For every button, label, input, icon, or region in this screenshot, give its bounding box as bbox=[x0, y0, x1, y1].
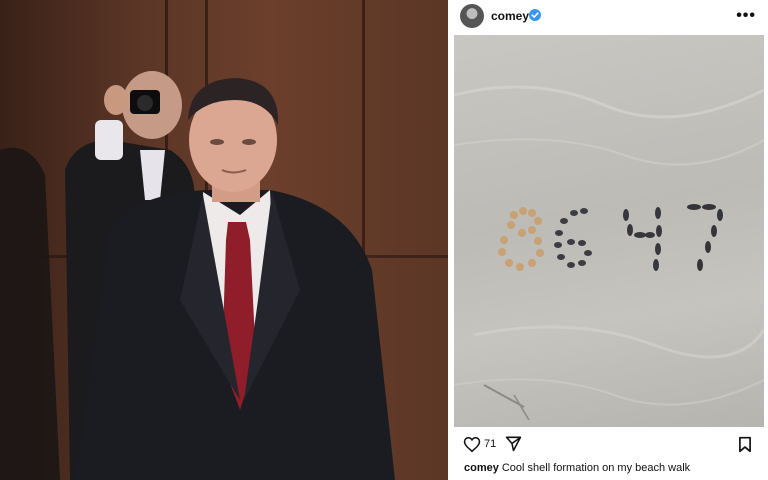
caption-username[interactable]: comey bbox=[464, 462, 499, 474]
send-icon[interactable] bbox=[505, 435, 522, 452]
pebble-digit-4 bbox=[623, 207, 662, 271]
heart-icon[interactable] bbox=[463, 436, 481, 453]
beach-sand-image bbox=[454, 85, 764, 421]
verified-badge-icon bbox=[529, 9, 541, 21]
like-count: 71 bbox=[484, 438, 497, 450]
username[interactable]: comey bbox=[491, 9, 529, 23]
avatar[interactable] bbox=[460, 4, 484, 28]
more-horizontal-icon[interactable]: ••• bbox=[736, 7, 756, 25]
caption-text: Cool shell formation on my beach walk bbox=[501, 462, 691, 474]
post-action-bar: 71 bbox=[448, 432, 768, 456]
post-image[interactable] bbox=[454, 35, 764, 427]
post-caption: comey Cool shell formation on my beach wa… bbox=[464, 462, 690, 474]
bookmark-icon[interactable] bbox=[738, 436, 752, 453]
news-photo bbox=[0, 0, 448, 480]
post-header: comey ••• bbox=[448, 0, 768, 32]
pebble-digit-7 bbox=[687, 204, 723, 271]
shell-digit-8 bbox=[498, 207, 544, 271]
pebble-digit-6 bbox=[554, 208, 592, 268]
photo-figures bbox=[0, 71, 395, 480]
instagram-post: comey ••• 71 comey Cool shell formation … bbox=[448, 0, 768, 480]
